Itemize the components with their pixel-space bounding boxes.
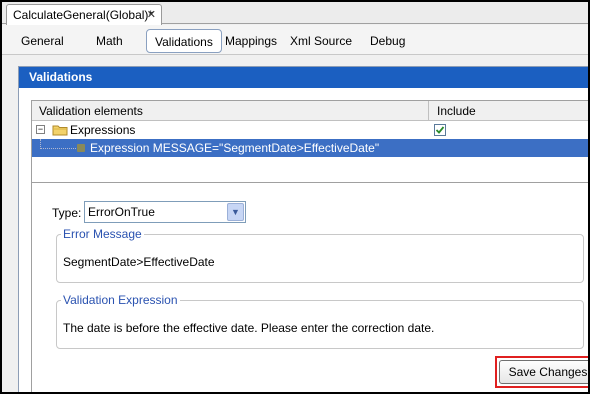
- tab-xml-source[interactable]: Xml Source: [290, 31, 352, 51]
- tree-row-label: Expressions: [70, 123, 136, 137]
- folder-icon: [52, 124, 68, 136]
- close-icon[interactable]: ✕: [147, 8, 156, 21]
- tab-general[interactable]: General: [21, 31, 64, 51]
- type-label: Type:: [52, 206, 82, 220]
- sub-tab-bar: General Math Validations Mappings Xml So…: [2, 25, 588, 55]
- validation-expression-legend: Validation Expression: [63, 293, 178, 307]
- type-dropdown[interactable]: ErrorOnTrue ▼: [84, 201, 246, 223]
- app-window: CalculateGeneral(Global)* ✕ General Math…: [0, 0, 590, 394]
- grid-header: Validation elements Include: [32, 101, 588, 121]
- editor-tab-title: CalculateGeneral(Global)*: [13, 8, 154, 22]
- tab-validations[interactable]: Validations: [146, 29, 222, 53]
- tab-debug[interactable]: Debug: [370, 31, 405, 51]
- column-divider[interactable]: [428, 101, 429, 121]
- chevron-down-icon[interactable]: ▼: [227, 203, 244, 221]
- include-checkbox[interactable]: [434, 124, 446, 136]
- validation-expression-value[interactable]: The date is before the effective date. P…: [63, 321, 434, 335]
- error-message-group: Error Message SegmentDate>EffectiveDate: [56, 227, 584, 283]
- error-message-value[interactable]: SegmentDate>EffectiveDate: [63, 255, 215, 269]
- tree-row-label: Expression MESSAGE="SegmentDate>Effectiv…: [90, 141, 380, 155]
- validation-detail-form: Type: ErrorOnTrue ▼ Error Message Segmen…: [31, 182, 588, 392]
- tree-row-expression[interactable]: Expression MESSAGE="SegmentDate>Effectiv…: [32, 139, 588, 157]
- column-header-validation-elements[interactable]: Validation elements: [39, 104, 143, 118]
- type-dropdown-value: ErrorOnTrue: [88, 205, 155, 219]
- tree-row-expressions[interactable]: − Expressions: [32, 121, 588, 139]
- editor-tab[interactable]: CalculateGeneral(Global)* ✕: [6, 4, 162, 25]
- validations-panel: Validations Validation elements Include …: [18, 66, 588, 392]
- validation-expression-group: Validation Expression The date is before…: [56, 293, 584, 349]
- tab-mappings[interactable]: Mappings: [225, 31, 277, 51]
- column-header-include[interactable]: Include: [437, 104, 476, 118]
- save-changes-button[interactable]: Save Changes: [499, 360, 588, 384]
- collapse-icon[interactable]: −: [36, 125, 45, 134]
- tree-connector: [40, 139, 78, 149]
- expression-icon: [77, 144, 85, 152]
- tab-math[interactable]: Math: [96, 31, 123, 51]
- panel-title: Validations: [19, 67, 588, 88]
- editor-tab-bar: CalculateGeneral(Global)* ✕: [2, 2, 588, 25]
- error-message-legend: Error Message: [63, 227, 142, 241]
